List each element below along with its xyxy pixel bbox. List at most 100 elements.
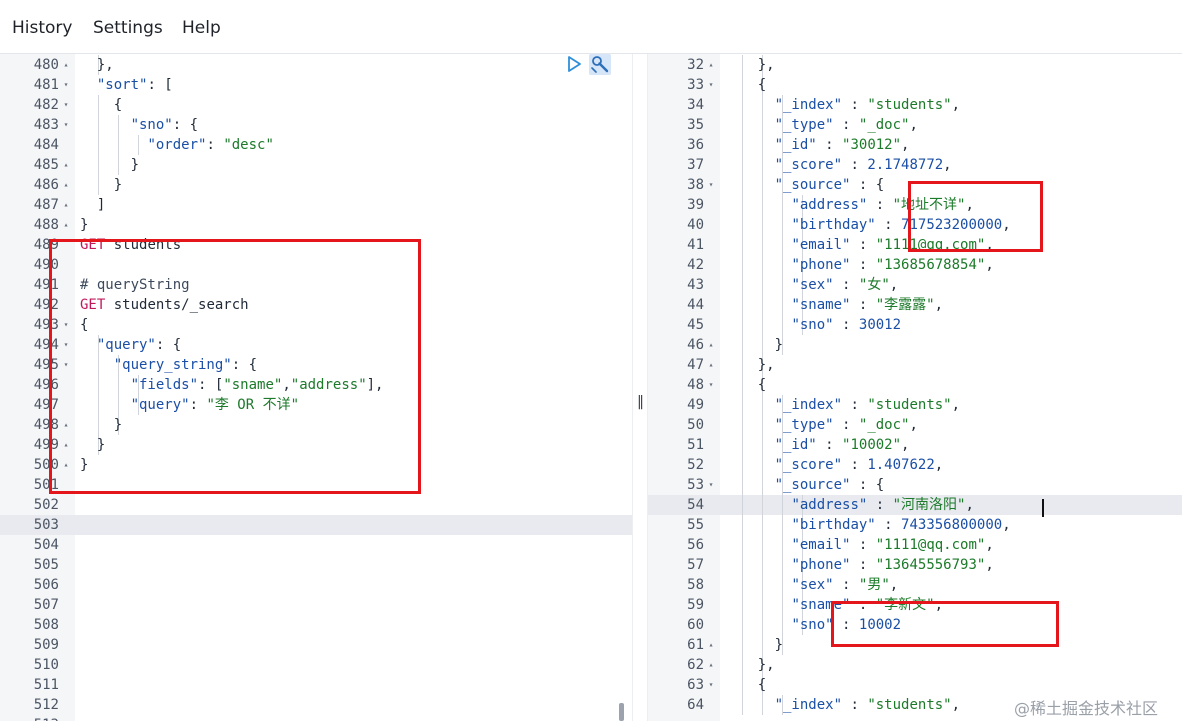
line-number: 50	[687, 417, 704, 433]
code-line[interactable]: 511	[0, 675, 632, 695]
fold-close-icon[interactable]: ▴	[61, 175, 71, 195]
line-number: 54	[687, 497, 704, 513]
line-number: 56	[687, 537, 704, 553]
code-line[interactable]: 507	[0, 595, 632, 615]
line-number: 57	[687, 557, 704, 573]
line-number: 510	[33, 657, 59, 673]
fold-close-icon[interactable]: ▴	[706, 355, 716, 375]
resize-handle-icon[interactable]: ‖	[637, 394, 644, 410]
code-line: 37 "_score" : 2.1748772,	[648, 155, 1182, 175]
line-number: 38	[687, 177, 704, 193]
menu-help[interactable]: Help	[182, 18, 221, 38]
line-number: 32	[687, 57, 704, 73]
code-line[interactable]: 484 "order": "desc"	[0, 135, 632, 155]
line-number: 63	[687, 677, 704, 693]
code-line[interactable]: 509	[0, 635, 632, 655]
fold-close-icon[interactable]: ▴	[706, 55, 716, 75]
line-number: 42	[687, 257, 704, 273]
code-line: 55 "birthday" : 743356800000,	[648, 515, 1182, 535]
scrollbar-thumb[interactable]	[619, 703, 624, 721]
code-text: "_index" : "students",	[774, 697, 961, 713]
line-number: 46	[687, 337, 704, 353]
fold-open-icon[interactable]: ▾	[61, 115, 71, 135]
code-line: 46 ▴ }	[648, 335, 1182, 355]
fold-open-icon[interactable]: ▾	[61, 75, 71, 95]
code-text: "sex" : "女",	[791, 277, 899, 293]
fold-close-icon[interactable]: ▴	[61, 215, 71, 235]
fold-close-icon[interactable]: ▴	[706, 655, 716, 675]
fold-open-icon[interactable]: ▾	[706, 175, 716, 195]
code-text: "_id" : "10002",	[774, 437, 910, 453]
code-text: {	[80, 97, 123, 113]
code-text: "_index" : "students",	[774, 97, 961, 113]
code-line[interactable]: 483 ▾ "sno": {	[0, 115, 632, 135]
code-line[interactable]: 485 ▴ }	[0, 155, 632, 175]
line-number: 485	[33, 157, 59, 173]
line-number: 487	[33, 197, 59, 213]
fold-close-icon[interactable]: ▴	[706, 335, 716, 355]
play-icon[interactable]	[565, 55, 583, 73]
code-text: "address" : "河南洛阳",	[791, 497, 974, 513]
line-number: 483	[33, 117, 59, 133]
line-number: 40	[687, 217, 704, 233]
code-text: },	[724, 657, 775, 673]
code-line[interactable]: 487 ▴ ]	[0, 195, 632, 215]
code-text: "email" : "1111@qq.com",	[791, 537, 994, 553]
code-line: 33 ▾ {	[648, 75, 1182, 95]
code-text: },	[724, 57, 775, 73]
code-text: "_score" : 1.407622,	[774, 457, 944, 473]
fold-open-icon[interactable]: ▾	[706, 75, 716, 95]
fold-close-icon[interactable]: ▴	[61, 55, 71, 75]
line-number: 511	[33, 677, 59, 693]
code-line[interactable]: 486 ▴ }	[0, 175, 632, 195]
code-line: 45 "sno" : 30012	[648, 315, 1182, 335]
fold-open-icon[interactable]: ▾	[706, 475, 716, 495]
menu-history[interactable]: History	[12, 18, 72, 38]
wrench-icon[interactable]	[589, 54, 611, 75]
line-number: 486	[33, 177, 59, 193]
code-line: 42 "phone" : "13685678854",	[648, 255, 1182, 275]
code-text: "_score" : 2.1748772,	[774, 157, 952, 173]
code-line: 51 "_id" : "10002",	[648, 435, 1182, 455]
pane-resizer[interactable]: ‖	[632, 54, 648, 721]
line-number: 53	[687, 477, 704, 493]
code-line[interactable]: 505	[0, 555, 632, 575]
code-line: 43 "sex" : "女",	[648, 275, 1182, 295]
code-line[interactable]: 482 ▾ {	[0, 95, 632, 115]
code-text: }	[80, 157, 140, 173]
code-line[interactable]: 506	[0, 575, 632, 595]
code-text: "sort": [	[96, 77, 173, 93]
fold-close-icon[interactable]: ▴	[61, 195, 71, 215]
line-number: 484	[33, 137, 59, 153]
line-number: 52	[687, 457, 704, 473]
code-line[interactable]: 504	[0, 535, 632, 555]
line-number: 507	[33, 597, 59, 613]
fold-close-icon[interactable]: ▴	[61, 155, 71, 175]
code-line[interactable]: 480 ▴ },	[0, 55, 632, 75]
fold-open-icon[interactable]: ▾	[706, 675, 716, 695]
menu-bar: History Settings Help	[0, 0, 1182, 54]
code-text: "sex" : "男",	[791, 577, 899, 593]
line-number: 34	[687, 97, 704, 113]
line-number: 503	[33, 517, 59, 533]
code-line[interactable]: 512	[0, 695, 632, 715]
code-line[interactable]: 481 ▾ "sort": [	[0, 75, 632, 95]
line-number: 502	[33, 497, 59, 513]
line-number: 43	[687, 277, 704, 293]
fold-open-icon[interactable]: ▾	[706, 375, 716, 395]
code-line[interactable]: 513	[0, 715, 632, 721]
code-line[interactable]: 503	[0, 515, 632, 535]
line-number: 58	[687, 577, 704, 593]
code-line[interactable]: 510	[0, 655, 632, 675]
code-line[interactable]: 508	[0, 615, 632, 635]
line-number: 509	[33, 637, 59, 653]
line-number: 48	[687, 377, 704, 393]
code-text: {	[724, 377, 767, 393]
text-cursor	[1042, 499, 1044, 517]
fold-open-icon[interactable]: ▾	[61, 95, 71, 115]
code-line[interactable]: 488 ▴}	[0, 215, 632, 235]
menu-settings[interactable]: Settings	[93, 18, 163, 38]
code-line[interactable]: 502	[0, 495, 632, 515]
fold-close-icon[interactable]: ▴	[706, 635, 716, 655]
code-line: 47 ▴ },	[648, 355, 1182, 375]
